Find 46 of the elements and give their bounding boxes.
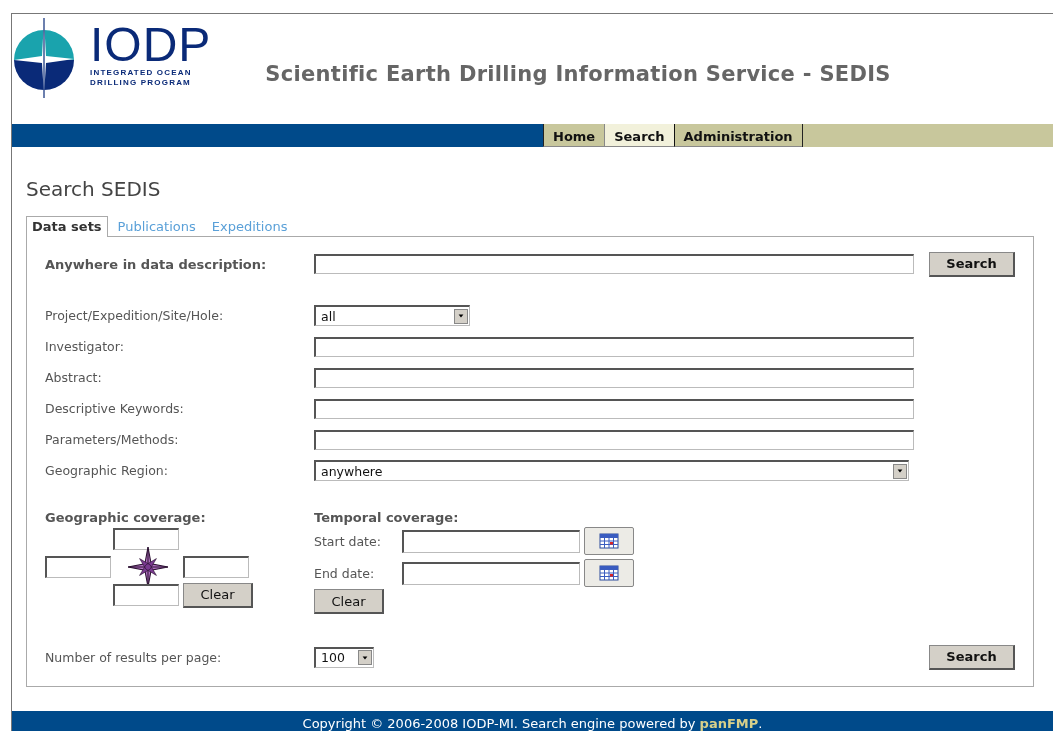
field-label: Project/Expedition/Site/Hole: [45, 308, 225, 323]
search-button[interactable]: Search [929, 644, 1015, 670]
logo-title: IODP [90, 22, 212, 68]
text-field[interactable] [314, 367, 914, 388]
tab[interactable]: Data sets [26, 216, 108, 237]
logo-subtitle: DRILLING PROGRAM [90, 78, 192, 88]
field-label: Geographic Region: [45, 463, 169, 478]
panfmp-link[interactable]: panFMP [699, 716, 759, 731]
nav-tab[interactable]: Administration [673, 124, 802, 147]
copyright-text: Copyright © 2006-2008 IODP-MI. Search engine powered by panFMP. [302, 716, 763, 731]
field-label: Abstract: [45, 370, 103, 385]
logo-subtitle: INTEGRATED OCEAN [90, 68, 193, 78]
date-field[interactable] [402, 561, 580, 585]
search-field[interactable] [314, 254, 914, 274]
date-field[interactable] [402, 529, 580, 553]
site-title: Scientific Earth Drilling Information Service - SEDIS [265, 62, 891, 86]
field-label: Descriptive Keywords: [45, 401, 185, 416]
dropdown[interactable]: all [314, 305, 470, 326]
dropdown[interactable]: 100 [314, 646, 374, 668]
coordinate-field[interactable] [113, 528, 179, 550]
field-label: Start date: [314, 533, 382, 549]
clear-button[interactable]: Clear [314, 589, 384, 614]
clear-button[interactable]: Clear [183, 582, 253, 608]
text-field[interactable] [314, 429, 914, 450]
coordinate-field[interactable] [183, 556, 249, 578]
field-label: Parameters/Methods: [45, 432, 180, 447]
page-title: Search SEDIS [26, 177, 162, 201]
field-label: Anywhere in data description: [45, 256, 268, 272]
section-heading: Geographic coverage: [45, 510, 207, 525]
field-label: Number of results per page: [45, 649, 223, 665]
calendar-button[interactable] [584, 559, 634, 587]
nav-tab[interactable]: Search [604, 124, 674, 147]
nav-tab[interactable]: Home [543, 124, 605, 147]
section-heading: Temporal coverage: [314, 510, 459, 525]
text-field[interactable] [314, 336, 914, 357]
coordinate-field[interactable] [113, 584, 179, 606]
search-button[interactable]: Search [929, 251, 1015, 277]
field-label: Investigator: [45, 339, 125, 354]
dropdown[interactable]: anywhere [314, 460, 909, 481]
coordinate-field[interactable] [45, 556, 111, 578]
calendar-icon [599, 533, 619, 549]
text-field[interactable] [314, 398, 914, 419]
calendar-button[interactable] [584, 527, 634, 555]
calendar-icon [599, 565, 619, 581]
logo-emblem-icon [12, 18, 76, 98]
field-label: End date: [314, 565, 376, 581]
